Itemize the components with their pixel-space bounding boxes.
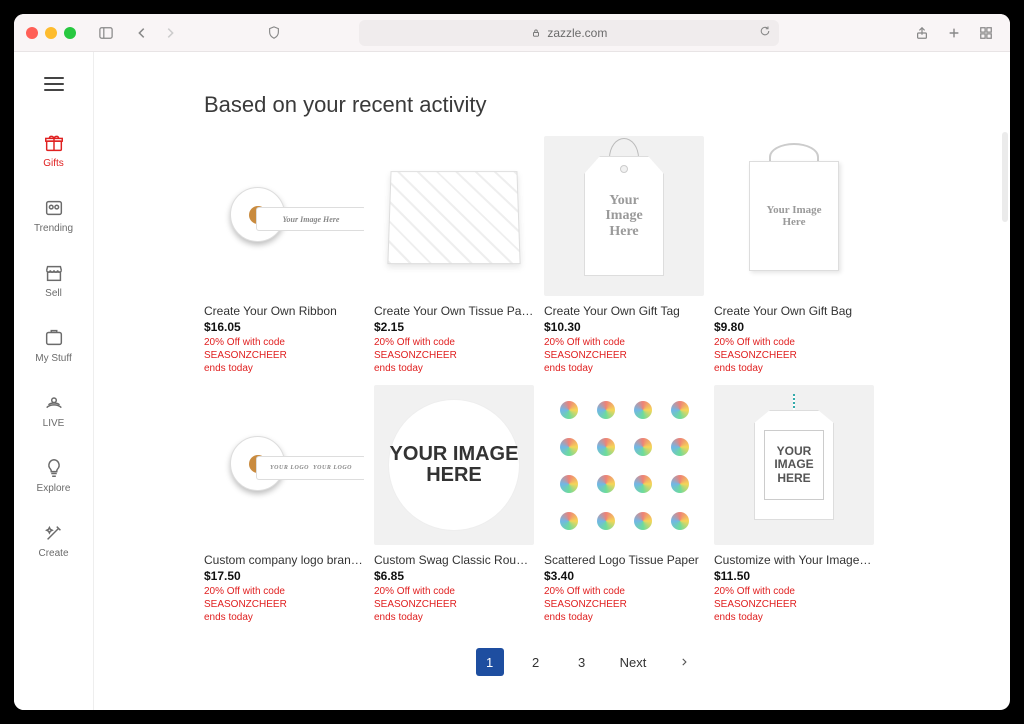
page-body: Gifts Trending Sell My Stuff LIVE Explor…	[14, 52, 1010, 710]
page-1-button[interactable]: 1	[476, 648, 504, 676]
nav-label: Sell	[45, 288, 62, 299]
shield-icon[interactable]	[262, 21, 286, 45]
sidebar-item-explore[interactable]: Explore	[24, 447, 84, 508]
nav-buttons	[130, 21, 182, 45]
product-thumbnail: YOUR IMAGE HERE	[374, 385, 534, 545]
product-thumbnail: Your Image Here	[204, 136, 364, 296]
product-price: $2.15	[374, 320, 534, 334]
bulb-icon	[43, 457, 65, 479]
live-icon	[43, 392, 65, 414]
product-promo: 20% Off with code SEASONZCHEERends today	[714, 585, 874, 624]
gift-icon	[43, 132, 65, 154]
product-card[interactable]: Your Image Here Create Your Own Gift Bag…	[714, 136, 874, 375]
product-title: Customize with Your Image Gift Tags	[714, 553, 874, 567]
product-thumbnail	[544, 385, 704, 545]
next-page-button[interactable]: Next	[614, 648, 653, 676]
product-title: Create Your Own Gift Tag	[544, 304, 704, 318]
product-thumbnail	[374, 136, 534, 296]
product-card[interactable]: Your Image Here Create Your Own Gift Tag…	[544, 136, 704, 375]
product-price: $9.80	[714, 320, 874, 334]
nav-label: Create	[38, 548, 68, 559]
product-card[interactable]: Scattered Logo Tissue Paper $3.40 20% Of…	[544, 385, 704, 624]
minimize-window-button[interactable]	[45, 27, 57, 39]
new-tab-icon[interactable]	[942, 21, 966, 45]
sidebar-item-live[interactable]: LIVE	[24, 382, 84, 443]
maximize-window-button[interactable]	[64, 27, 76, 39]
nav-label: LIVE	[43, 418, 65, 429]
product-grid: Your Image Here Create Your Own Ribbon $…	[204, 136, 970, 624]
product-title: Custom company logo branded business…	[204, 553, 364, 567]
product-thumbnail: Your Image Here	[544, 136, 704, 296]
nav-label: Gifts	[43, 158, 64, 169]
titlebar-right	[910, 21, 998, 45]
sidebar-toggle-icon[interactable]	[94, 21, 118, 45]
page-3-button[interactable]: 3	[568, 648, 596, 676]
product-title: Custom Swag Classic Round Sticker	[374, 553, 534, 567]
product-card[interactable]: Your Image Here Create Your Own Ribbon $…	[204, 136, 364, 375]
next-chevron-icon[interactable]	[670, 648, 698, 676]
main-content: Based on your recent activity Your Image…	[94, 52, 1010, 710]
product-card[interactable]: YOUR IMAGE HERE Custom Swag Classic Roun…	[374, 385, 534, 624]
lock-icon	[531, 28, 541, 38]
back-button[interactable]	[130, 21, 154, 45]
product-price: $11.50	[714, 569, 874, 583]
product-price: $3.40	[544, 569, 704, 583]
browser-window: zazzle.com Gifts Trending Sell	[14, 14, 1010, 710]
window-controls	[26, 27, 76, 39]
store-icon	[43, 262, 65, 284]
folder-icon	[43, 327, 65, 349]
product-price: $10.30	[544, 320, 704, 334]
product-title: Create Your Own Ribbon	[204, 304, 364, 318]
product-price: $17.50	[204, 569, 364, 583]
product-card[interactable]: YOUR LOGO YOUR LOGO Custom company logo …	[204, 385, 364, 624]
product-promo: 20% Off with code SEASONZCHEERends today	[204, 336, 364, 375]
next-label: Next	[620, 655, 647, 670]
section-heading: Based on your recent activity	[204, 92, 970, 118]
sidebar-item-gifts[interactable]: Gifts	[24, 122, 84, 183]
product-thumbnail: YOUR IMAGE HERE	[714, 385, 874, 545]
product-promo: 20% Off with code SEASONZCHEERends today	[544, 585, 704, 624]
product-thumbnail: YOUR LOGO YOUR LOGO	[204, 385, 364, 545]
forward-button[interactable]	[158, 21, 182, 45]
sidebar-item-mystuff[interactable]: My Stuff	[24, 317, 84, 378]
reload-icon[interactable]	[759, 25, 771, 40]
trending-icon	[43, 197, 65, 219]
tabs-overview-icon[interactable]	[974, 21, 998, 45]
product-price: $6.85	[374, 569, 534, 583]
close-window-button[interactable]	[26, 27, 38, 39]
product-promo: 20% Off with code SEASONZCHEERends today	[374, 585, 534, 624]
sidebar-item-create[interactable]: Create	[24, 512, 84, 573]
sidebar: Gifts Trending Sell My Stuff LIVE Explor…	[14, 52, 94, 710]
product-price: $16.05	[204, 320, 364, 334]
product-title: Scattered Logo Tissue Paper	[544, 553, 704, 567]
address-bar[interactable]: zazzle.com	[359, 20, 779, 46]
nav-label: Explore	[37, 483, 71, 494]
product-title: Create Your Own Tissue Paper	[374, 304, 534, 318]
nav-label: My Stuff	[35, 353, 72, 364]
share-icon[interactable]	[910, 21, 934, 45]
titlebar: zazzle.com	[14, 14, 1010, 52]
product-card[interactable]: Create Your Own Tissue Paper $2.15 20% O…	[374, 136, 534, 375]
sidebar-item-sell[interactable]: Sell	[24, 252, 84, 313]
scrollbar[interactable]	[1002, 132, 1008, 222]
product-thumbnail: Your Image Here	[714, 136, 874, 296]
product-promo: 20% Off with code SEASONZCHEERends today	[544, 336, 704, 375]
product-card[interactable]: YOUR IMAGE HERE Customize with Your Imag…	[714, 385, 874, 624]
page-2-button[interactable]: 2	[522, 648, 550, 676]
nav-label: Trending	[34, 223, 73, 234]
product-promo: 20% Off with code SEASONZCHEERends today	[714, 336, 874, 375]
product-promo: 20% Off with code SEASONZCHEERends today	[204, 585, 364, 624]
url-text: zazzle.com	[547, 26, 607, 40]
wand-icon	[43, 522, 65, 544]
sidebar-item-trending[interactable]: Trending	[24, 187, 84, 248]
product-title: Create Your Own Gift Bag	[714, 304, 874, 318]
hamburger-icon[interactable]	[36, 66, 72, 102]
pagination: 1 2 3 Next	[204, 648, 970, 676]
product-promo: 20% Off with code SEASONZCHEERends today	[374, 336, 534, 375]
